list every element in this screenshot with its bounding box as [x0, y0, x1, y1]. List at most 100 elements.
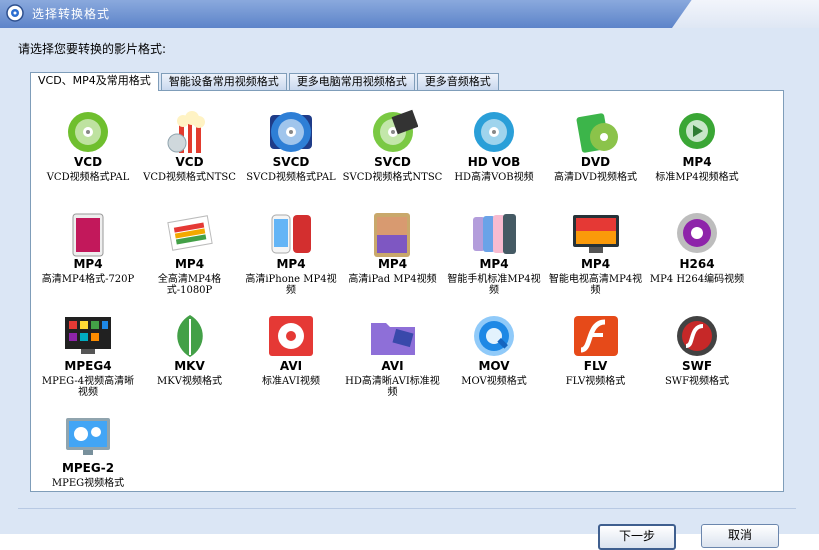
format-name: AVI: [381, 359, 404, 373]
format-description: SVCD视频格式NTSC: [342, 172, 443, 183]
avi-film-icon: [269, 316, 313, 356]
tab-smart-device-formats[interactable]: 智能设备常用视频格式: [160, 73, 287, 90]
smartphones-icon: [473, 214, 516, 254]
format-name: MP4: [174, 257, 205, 271]
flash-icon: [573, 316, 618, 356]
footer-divider: [18, 508, 796, 509]
format-description: 智能手机标准MP4视频: [447, 274, 541, 296]
format-description: SWF视频格式: [664, 376, 730, 387]
format-description: 高清iPad MP4视频: [348, 274, 437, 285]
format-item[interactable]: SVCD SVCD视频格式NTSC: [343, 99, 443, 195]
format-item[interactable]: HD VOB HD高清VOB视频: [444, 99, 544, 195]
format-name: VCD: [175, 155, 204, 169]
format-description: 标准AVI视频: [262, 376, 320, 387]
format-item[interactable]: MP4 智能手机标准MP4视频: [444, 201, 544, 297]
next-button[interactable]: 下一步: [598, 524, 676, 550]
monitor-icon: [66, 418, 110, 455]
format-description: 全高清MP4格式-1080P: [157, 274, 222, 296]
format-name: MP4: [73, 257, 103, 271]
format-description: MP4 H264编码视频: [649, 274, 745, 285]
title-bar[interactable]: 选择转换格式: [0, 0, 819, 28]
h264-orb-icon: [677, 213, 717, 253]
format-name: MPEG-2: [61, 461, 115, 475]
format-item[interactable]: MP4 高清iPhone MP4视频: [241, 201, 341, 297]
format-item[interactable]: MP4 高清iPad MP4视频: [343, 201, 443, 297]
format-name: MP4: [276, 257, 306, 271]
format-description: HD高清VOB视频: [454, 172, 534, 183]
format-name: SWF: [681, 359, 713, 373]
format-name: MP4: [682, 155, 712, 169]
format-name: MP4: [479, 257, 509, 271]
format-item[interactable]: MP4 高清MP4格式-720P: [38, 201, 138, 297]
format-description: SVCD视频格式PAL: [246, 172, 336, 183]
format-item[interactable]: MP4 全高清MP4格式-1080P: [140, 201, 240, 297]
format-item[interactable]: H264 MP4 H264编码视频: [647, 201, 747, 297]
format-item[interactable]: SWF SWF视频格式: [647, 303, 747, 399]
format-description: FLV视频格式: [565, 376, 626, 387]
format-item[interactable]: AVI 标准AVI视频: [241, 303, 341, 399]
format-item[interactable]: DVD 高清DVD视频格式: [546, 99, 646, 195]
title-bar-decoration: [672, 0, 819, 28]
format-name: SVCD: [272, 155, 310, 169]
tab-common-formats[interactable]: VCD、MP4及常用格式: [30, 72, 159, 91]
tab-audio-formats[interactable]: 更多音频格式: [416, 73, 499, 90]
format-description: 智能电视高清MP4视频: [548, 274, 643, 296]
format-item[interactable]: VCD VCD视频格式PAL: [38, 99, 138, 195]
ipad-icon: [373, 213, 410, 257]
quicktime-icon: [474, 316, 514, 356]
format-tabs: VCD、MP4及常用格式 智能设备常用视频格式 更多电脑常用视频格式 更多音频格…: [30, 72, 501, 91]
film-disc-icon: [372, 109, 418, 152]
format-panel: VCD VCD视频格式PAL VCD VCD视频格式NTSC SVCD SVCD视频格式P…: [30, 90, 784, 492]
format-name: SVCD: [374, 155, 411, 169]
format-item[interactable]: MP4 标准MP4视频格式: [647, 99, 747, 195]
format-description: VCD视频格式PAL: [46, 172, 130, 183]
format-item[interactable]: SVCD SVCD视频格式PAL: [241, 99, 341, 195]
format-item[interactable]: MOV MOV视频格式: [444, 303, 544, 399]
popcorn-disc-icon: [167, 111, 205, 153]
format-name: FLV: [583, 359, 608, 373]
tab-pc-video-formats[interactable]: 更多电脑常用视频格式: [288, 73, 415, 90]
app-icon: [6, 4, 24, 22]
rainbow-screen-icon: [166, 215, 213, 251]
format-description: MOV视频格式: [461, 376, 527, 387]
window-title: 选择转换格式: [32, 7, 111, 21]
format-item[interactable]: MP4 智能电视高清MP4视频: [546, 201, 646, 297]
format-name: MOV: [478, 359, 510, 373]
format-item[interactable]: MPEG4 MPEG-4视频高清晰视频: [38, 303, 138, 399]
mp4-orb-icon: [679, 113, 715, 149]
format-item[interactable]: AVI HD高清晰AVI标准视频: [343, 303, 443, 399]
format-name: MKV: [174, 359, 205, 373]
format-name: AVI: [279, 359, 303, 373]
format-description: MPEG-4视频高清晰视频: [41, 376, 135, 398]
svcd-disc-icon: [270, 112, 312, 152]
swf-orb-icon: [677, 316, 717, 356]
format-description: 标准MP4视频格式: [655, 172, 739, 183]
format-description: 高清MP4格式-720P: [41, 274, 135, 285]
tv-apps-icon: [65, 317, 111, 354]
format-grid: VCD VCD视频格式PAL VCD VCD视频格式NTSC SVCD SVCD视频格式P…: [31, 91, 783, 491]
format-name: MP4: [377, 257, 408, 271]
cancel-button[interactable]: 取消: [701, 524, 779, 548]
vcd-disc-icon: [68, 112, 108, 152]
iphone-icon: [271, 214, 311, 254]
format-description: VCD视频格式NTSC: [143, 172, 236, 183]
smart-tv-icon: [572, 215, 619, 253]
format-description: MPEG视频格式: [51, 478, 125, 489]
mkv-leaf-icon: [176, 315, 203, 357]
dvd-disc-icon: [576, 113, 618, 153]
bluray-disc-icon: [474, 112, 514, 152]
format-item[interactable]: VCD VCD视频格式NTSC: [140, 99, 240, 195]
format-name: H264: [679, 257, 715, 271]
format-item[interactable]: MPEG-2 MPEG视频格式: [38, 405, 138, 501]
tablet-icon: [72, 213, 104, 257]
format-description: MKV视频格式: [157, 376, 222, 387]
prompt-label: 请选择您要转换的影片格式:: [18, 42, 167, 56]
format-name: HD VOB: [467, 155, 521, 169]
format-item[interactable]: FLV FLV视频格式: [546, 303, 646, 399]
format-item[interactable]: MKV MKV视频格式: [140, 303, 240, 399]
format-description: HD高清晰AVI标准视频: [345, 376, 440, 398]
format-name: VCD: [73, 155, 103, 169]
format-name: MPEG4: [64, 359, 112, 373]
format-name: DVD: [580, 155, 611, 169]
avi-folder-icon: [370, 323, 415, 355]
